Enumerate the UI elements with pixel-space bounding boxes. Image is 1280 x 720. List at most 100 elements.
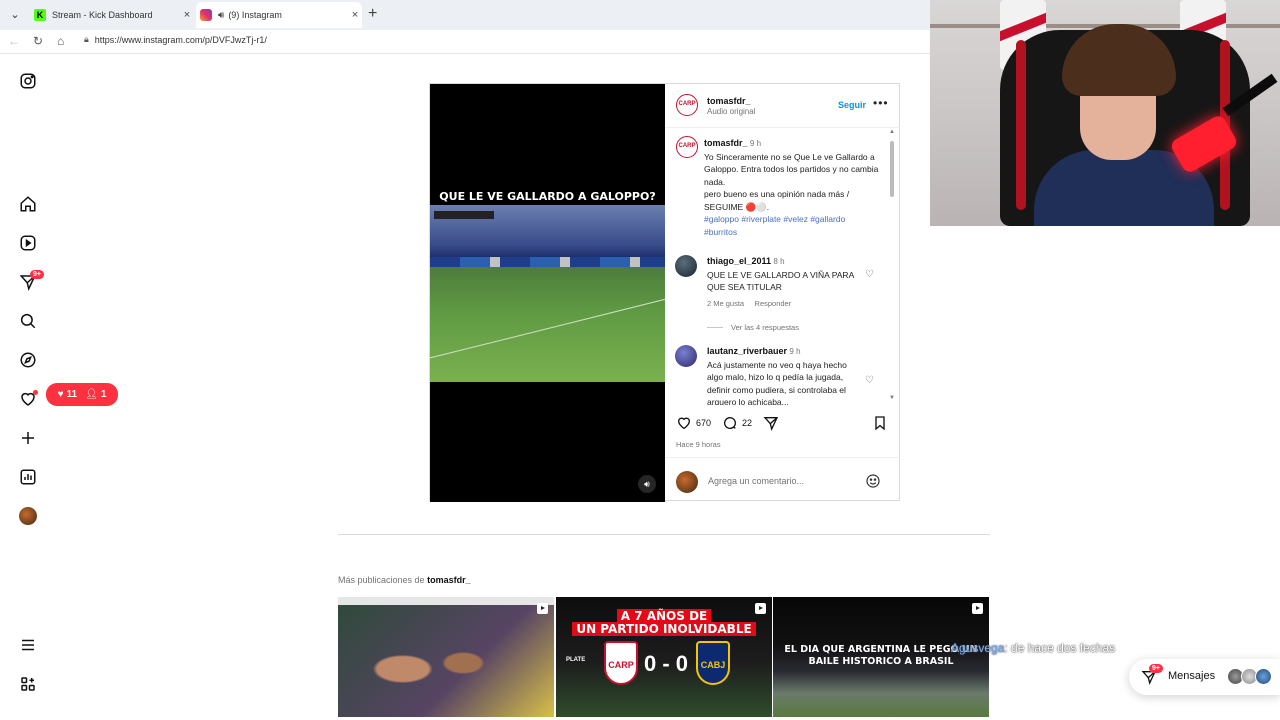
comments-scrollbar[interactable]: ▲ ▼ [889,129,895,405]
author-username[interactable]: tomasfdr_ [707,96,751,106]
current-user-avatar [676,471,698,493]
comment-text: Acá justamente no veo q haya hecho algo … [707,359,847,406]
messages-dock[interactable]: 9+ Mensajes [1129,659,1280,695]
messages-badge: 9+ [1149,664,1163,673]
more-post-thumbnail[interactable]: EL DIA QUE ARGENTINA LE PEGO UN BAILE HI… [773,597,989,717]
caption-time: 9 h [749,139,762,148]
caption-text: Yo Sinceramente no se Que Le ve Gallardo… [704,151,879,212]
home-icon[interactable] [18,194,38,214]
comments-scroll-area[interactable]: CARP tomasfdr_ 9 h Yo Sinceramente no se… [665,129,900,405]
scrollbar-thumb[interactable] [890,141,894,197]
scroll-down-icon[interactable]: ▼ [889,395,895,401]
post-actions: 670 22 Hace 9 horas [665,406,900,454]
tab-instagram[interactable]: 🔊︎ (9) Instagram × [196,2,362,28]
new-tab-button[interactable]: + [368,5,377,23]
kick-icon: K [34,9,46,21]
save-button[interactable] [872,415,888,431]
like-comment-heart-icon[interactable]: ♡ [865,375,874,386]
profile-avatar[interactable] [18,506,38,526]
more-post-thumbnail[interactable]: A 7 AÑOS DE UN PARTIDO INOLVIDABLE PLATE… [556,597,772,717]
bookmark-icon [875,416,885,431]
address-bar: ← ↻ ⌂ 🔒︎ https://www.instagram.com/p/DVF… [0,30,930,54]
share-button[interactable] [763,415,779,431]
close-tab-icon[interactable]: × [348,9,362,21]
comment-likes[interactable]: 2 Me gusta [707,299,744,308]
commenter-avatar[interactable] [675,255,697,277]
section-divider [338,534,990,535]
thumbnail-headline: UN PARTIDO INOLVIDABLE [556,622,772,636]
post-sidebar: CARP tomasfdr_ Audio original Seguir •••… [665,84,900,502]
caption-author-avatar[interactable]: CARP [676,136,698,158]
reels-icon[interactable] [18,233,38,253]
reply-button[interactable]: Responder [755,299,792,308]
match-footage [430,205,665,382]
view-replies-button[interactable]: Ver las 4 respuestas [707,323,799,332]
url-field[interactable]: 🔒︎ https://www.instagram.com/p/DVFJwzTj-… [84,34,267,45]
close-tab-icon[interactable]: × [180,9,194,21]
recent-chat-avatars [1227,668,1272,685]
instagram-icon [200,9,212,21]
explore-compass-icon[interactable] [18,350,38,370]
back-icon[interactable]: ← [8,34,20,48]
emoji-icon[interactable] [865,473,881,489]
audio-toggle-icon[interactable]: 🔊︎ [638,475,656,493]
more-menu-icon[interactable] [18,635,38,655]
audio-link[interactable]: Audio original [707,107,755,116]
thumbnail-headline: BAILE HISTORICO A BRASIL [808,656,954,667]
tab-title: Stream - Kick Dashboard [52,10,153,20]
boca-juniors-crest-icon: CABJ [696,641,730,685]
instagram-logo-icon[interactable] [18,71,38,91]
commenter-username[interactable]: thiago_el_2011 [707,256,771,266]
commenter-username[interactable]: lautanz_riverbauer [707,346,787,356]
comment-text: QUE LE VE GALLARDO A VIÑA PARA QUE SEA T… [707,269,854,293]
more-post-thumbnail[interactable] [338,597,554,717]
search-icon[interactable] [18,311,38,331]
notification-summary-pill[interactable]: ♥ 11 👤︎ 1 [46,383,118,406]
post-card: QUE LE VE GALLARDO A GALOPPO? 🔊︎ CARP to… [429,83,900,502]
heart-icon [677,417,691,430]
notifications-badge: 9+ [30,270,44,279]
reel-video[interactable]: QUE LE VE GALLARDO A GALOPPO? 🔊︎ [430,84,665,502]
thumbnail-score: 0 - 0 [643,651,689,676]
add-comment-bar: Agrega un comentario... [665,457,900,502]
tab-list-chevron-icon[interactable]: ⌄ [6,6,24,24]
notification-dot [33,390,38,395]
follow-button[interactable]: Seguir [838,100,866,110]
home-icon[interactable]: ⌂ [57,34,64,48]
tab-title: (9) Instagram [228,10,282,20]
caption-hashtags[interactable]: #galoppo #riverplate #velez #gallardo #b… [704,214,845,237]
more-posts-heading: Más publicaciones de tomasfdr_ [338,575,471,585]
commenter-avatar[interactable] [675,345,697,367]
screen: ⌄ K Stream - Kick Dashboard × 🔊︎ (9) Ins… [0,0,1280,720]
more-options-icon[interactable]: ••• [873,96,889,110]
site-info-icon[interactable]: 🔒︎ [84,34,89,45]
post-timestamp[interactable]: Hace 9 horas [676,440,721,449]
dashboard-icon[interactable] [18,467,38,487]
comment-count: 22 [742,418,753,428]
scroll-up-icon[interactable]: ▲ [889,129,895,135]
tab-kick-dashboard[interactable]: K Stream - Kick Dashboard × [30,2,194,28]
author-avatar[interactable]: CARP [676,94,698,116]
comment-bubble-icon [724,417,737,429]
more-posts-author[interactable]: tomasfdr_ [427,575,471,585]
reload-icon[interactable]: ↻ [33,34,43,48]
river-plate-crest-icon: CARP [604,641,638,685]
reel-icon [537,603,548,614]
post-header: CARP tomasfdr_ Audio original Seguir ••• [665,84,900,128]
also-from-meta-icon[interactable] [18,674,38,694]
thumbnail-tag: PLATE [566,657,586,663]
video-caption: QUE LE VE GALLARDO A GALOPPO? [439,190,656,203]
like-count: 670 [696,418,712,428]
url-text: https://www.instagram.com/p/DVFJwzTj-r1/ [94,34,267,45]
comment-button[interactable]: 22 [722,415,752,431]
comment-time: 9 h [789,347,801,356]
create-plus-icon[interactable] [18,428,38,448]
reel-icon [972,603,983,614]
like-button[interactable]: 670 [676,415,711,431]
speaker-icon[interactable]: 🔊︎ [218,10,224,21]
caption-author[interactable]: tomasfdr_ [704,138,748,148]
comment-input[interactable]: Agrega un comentario... [708,476,804,486]
messages-label: Mensajes [1168,670,1216,682]
like-comment-heart-icon[interactable]: ♡ [865,269,874,280]
share-icon [763,417,779,431]
